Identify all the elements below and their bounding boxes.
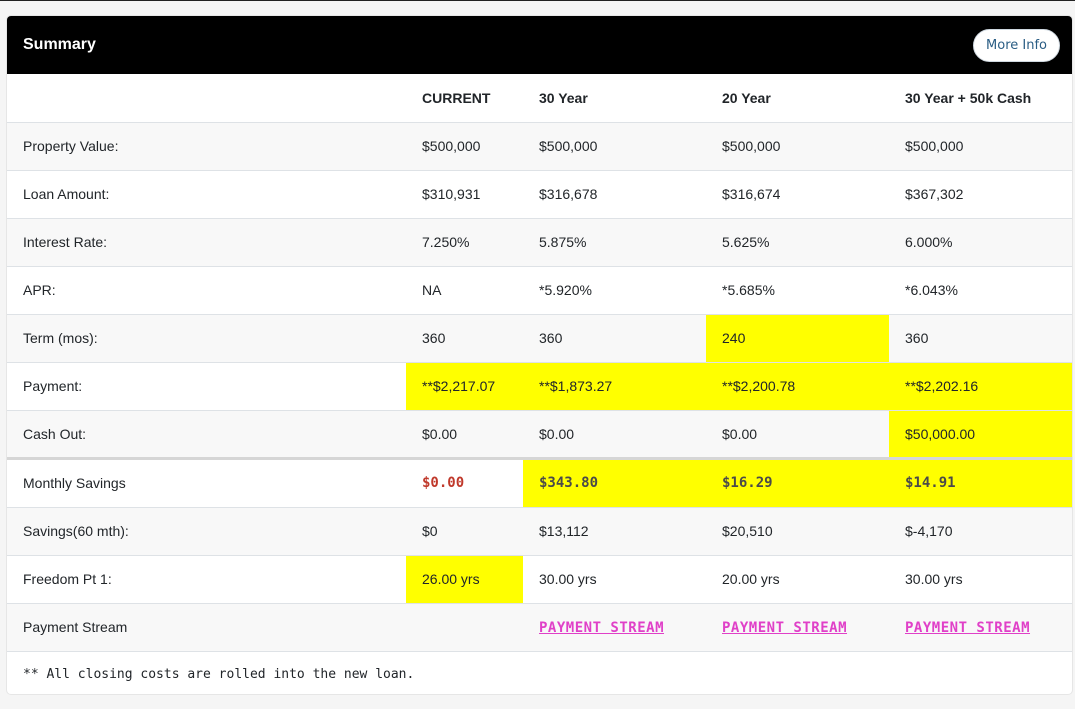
cell-30-year-50k: 6.000% <box>889 218 1072 267</box>
cell-30-year-50k: $367,302 <box>889 170 1072 219</box>
row-payment-stream: Payment Stream PAYMENT STREAM PAYMENT ST… <box>7 603 1072 652</box>
row-label: Cash Out: <box>7 410 406 459</box>
cell-current: $500,000 <box>406 122 523 171</box>
payment-stream-link-30-year-50k[interactable]: PAYMENT STREAM <box>905 620 1030 636</box>
cell-20-year: *5.685% <box>706 266 889 315</box>
cell-30-year-50k: $500,000 <box>889 122 1072 171</box>
row-label: Payment Stream <box>7 603 406 652</box>
row-label: Loan Amount: <box>7 170 406 219</box>
cell-20-year: **$2,200.78 <box>706 362 889 411</box>
table-header-row: CURRENT 30 Year 20 Year 30 Year + 50k Ca… <box>7 74 1072 123</box>
card-header: Summary More Info <box>7 16 1072 74</box>
cell-current: 26.00 yrs <box>406 555 523 604</box>
cell-current: $0.00 <box>406 456 523 508</box>
cell-current: 7.250% <box>406 218 523 267</box>
cell-30-year: $316,678 <box>523 170 706 219</box>
cell-20-year: $0.00 <box>706 410 889 459</box>
cell-30-year-50k: *6.043% <box>889 266 1072 315</box>
cell-30-year: 360 <box>523 314 706 363</box>
cell-30-year: 5.875% <box>523 218 706 267</box>
cell-30-year-50k: PAYMENT STREAM <box>889 603 1072 652</box>
cell-20-year: 20.00 yrs <box>706 555 889 604</box>
cell-20-year: $500,000 <box>706 122 889 171</box>
cell-30-year: *5.920% <box>523 266 706 315</box>
cell-current: $0 <box>406 507 523 556</box>
column-header-label <box>7 74 406 123</box>
cell-30-year: $0.00 <box>523 410 706 459</box>
cell-30-year-50k: $-4,170 <box>889 507 1072 556</box>
row-label: APR: <box>7 266 406 315</box>
row-freedom-pt: Freedom Pt 1: 26.00 yrs 30.00 yrs 20.00 … <box>7 555 1072 604</box>
cell-20-year: $20,510 <box>706 507 889 556</box>
row-monthly-savings: Monthly Savings $0.00 $343.80 $16.29 $14… <box>7 456 1072 508</box>
row-label: Monthly Savings <box>7 456 406 508</box>
payment-stream-link-20-year[interactable]: PAYMENT STREAM <box>722 620 847 636</box>
row-label: Payment: <box>7 362 406 411</box>
cell-30-year-50k: $14.91 <box>889 456 1072 508</box>
cell-30-year: **$1,873.27 <box>523 362 706 411</box>
card-title: Summary <box>23 36 96 53</box>
row-payment: Payment: **$2,217.07 **$1,873.27 **$2,20… <box>7 362 1072 411</box>
cell-30-year-50k: $50,000.00 <box>889 410 1072 459</box>
row-label: Interest Rate: <box>7 218 406 267</box>
cell-current: $310,931 <box>406 170 523 219</box>
row-label: Property Value: <box>7 122 406 171</box>
row-label: Freedom Pt 1: <box>7 555 406 604</box>
cell-30-year: $343.80 <box>523 456 706 508</box>
footnote: ** All closing costs are rolled into the… <box>23 667 415 682</box>
cell-30-year-50k: **$2,202.16 <box>889 362 1072 411</box>
column-header-30-year: 30 Year <box>523 74 706 123</box>
cell-20-year: 240 <box>706 314 889 363</box>
cell-current: NA <box>406 266 523 315</box>
row-savings-60: Savings(60 mth): $0 $13,112 $20,510 $-4,… <box>7 507 1072 556</box>
row-apr: APR: NA *5.920% *5.685% *6.043% <box>7 266 1072 315</box>
row-label: Savings(60 mth): <box>7 507 406 556</box>
cell-30-year: 30.00 yrs <box>523 555 706 604</box>
cell-current: 360 <box>406 314 523 363</box>
summary-table: CURRENT 30 Year 20 Year 30 Year + 50k Ca… <box>7 74 1072 652</box>
row-cash-out: Cash Out: $0.00 $0.00 $0.00 $50,000.00 <box>7 410 1072 459</box>
cell-current: $0.00 <box>406 410 523 459</box>
cell-30-year: $13,112 <box>523 507 706 556</box>
cell-30-year: $500,000 <box>523 122 706 171</box>
row-term: Term (mos): 360 360 240 360 <box>7 314 1072 363</box>
cell-20-year: 5.625% <box>706 218 889 267</box>
cell-30-year-50k: 30.00 yrs <box>889 555 1072 604</box>
column-header-30-year-50k-cash: 30 Year + 50k Cash <box>889 74 1072 123</box>
summary-card: Summary More Info CURRENT 30 Year 20 Yea… <box>7 16 1072 694</box>
row-label: Term (mos): <box>7 314 406 363</box>
cell-20-year: $316,674 <box>706 170 889 219</box>
cell-current <box>406 603 523 652</box>
column-header-current: CURRENT <box>406 74 523 123</box>
cell-30-year: PAYMENT STREAM <box>523 603 706 652</box>
cell-current: **$2,217.07 <box>406 362 523 411</box>
row-loan-amount: Loan Amount: $310,931 $316,678 $316,674 … <box>7 170 1072 219</box>
more-info-button[interactable]: More Info <box>973 28 1060 62</box>
payment-stream-link-30-year[interactable]: PAYMENT STREAM <box>539 620 664 636</box>
column-header-20-year: 20 Year <box>706 74 889 123</box>
row-interest-rate: Interest Rate: 7.250% 5.875% 5.625% 6.00… <box>7 218 1072 267</box>
top-border <box>0 0 1075 1</box>
cell-20-year: $16.29 <box>706 456 889 508</box>
row-property-value: Property Value: $500,000 $500,000 $500,0… <box>7 122 1072 171</box>
cell-20-year: PAYMENT STREAM <box>706 603 889 652</box>
cell-30-year-50k: 360 <box>889 314 1072 363</box>
